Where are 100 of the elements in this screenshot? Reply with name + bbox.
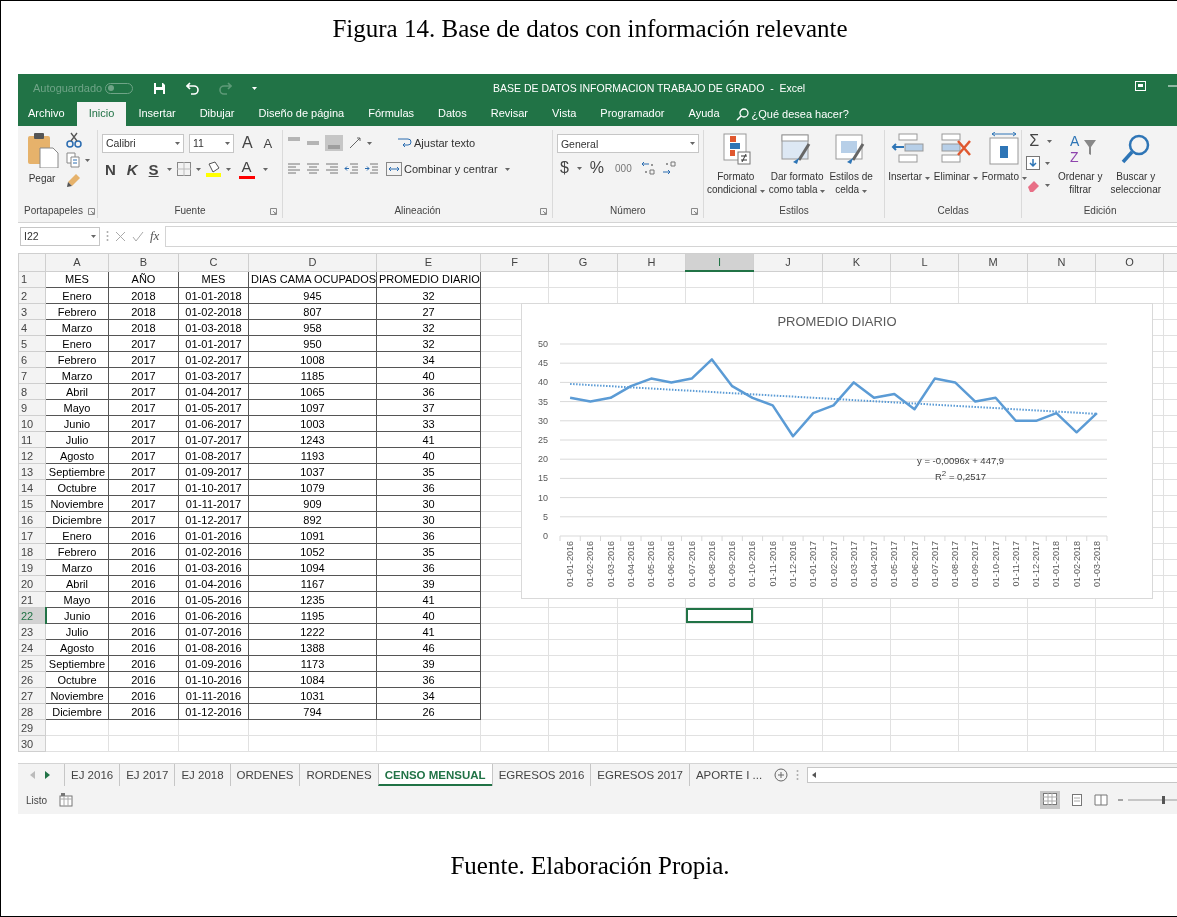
fill-color-icon[interactable]: [205, 161, 221, 177]
column-header[interactable]: E: [376, 253, 481, 271]
column-header[interactable]: J: [753, 253, 823, 271]
thousands-button[interactable]: 000: [612, 162, 635, 174]
dialog-launcher-icon[interactable]: [539, 208, 547, 215]
page-layout-icon[interactable]: [1070, 794, 1084, 806]
ribbon-button[interactable]: Buscar y seleccionar: [1108, 130, 1164, 202]
page-break-icon[interactable]: [1094, 794, 1108, 806]
column-header[interactable]: B: [108, 253, 179, 271]
caret-icon[interactable]: [1045, 161, 1051, 165]
column-header[interactable]: C: [178, 253, 249, 271]
caret-icon[interactable]: [1045, 183, 1051, 187]
ribbon-tab[interactable]: Programador: [588, 102, 677, 126]
font-color-button[interactable]: A: [235, 159, 258, 179]
ribbon-tab[interactable]: Insertar: [126, 102, 188, 126]
number-format-field[interactable]: General: [556, 134, 699, 153]
ribbon-tab[interactable]: Vista: [540, 102, 589, 126]
customize-caret-icon[interactable]: [252, 86, 258, 90]
zoom-slider-icon[interactable]: [1118, 796, 1177, 804]
search-icon[interactable]: [735, 107, 749, 121]
name-box[interactable]: I22: [20, 226, 100, 246]
column-header[interactable]: I: [685, 253, 754, 271]
ribbon-button[interactable]: Formato condicional: [704, 130, 767, 202]
dialog-launcher-icon[interactable]: [87, 208, 95, 215]
caret-icon[interactable]: [225, 167, 231, 171]
currency-button[interactable]: $: [556, 159, 572, 177]
column-header[interactable]: L: [890, 253, 959, 271]
caret-icon[interactable]: [195, 167, 201, 171]
dialog-launcher-icon[interactable]: [270, 208, 278, 215]
selected-cell[interactable]: [685, 607, 754, 624]
normal-view-icon[interactable]: [1043, 793, 1057, 805]
font-name-field[interactable]: Calibri: [101, 133, 184, 153]
caret-icon[interactable]: [91, 234, 96, 238]
column-header[interactable]: N: [1027, 253, 1096, 271]
horizontal-scrollbar[interactable]: [807, 767, 1177, 783]
ribbon-button[interactable]: Estilos de celda: [827, 130, 875, 202]
macro-record-icon[interactable]: [59, 793, 74, 807]
fill-down-icon[interactable]: [1026, 156, 1041, 170]
bold-button[interactable]: N: [101, 160, 119, 178]
percent-button[interactable]: %: [586, 159, 608, 177]
dialog-launcher-icon[interactable]: [690, 208, 698, 215]
restore-icon[interactable]: [1135, 81, 1146, 91]
decrease-decimal-icon[interactable]: [660, 160, 677, 176]
column-header[interactable]: D: [248, 253, 377, 271]
ribbon-button[interactable]: Insertar: [886, 130, 932, 202]
eraser-icon[interactable]: [1026, 178, 1041, 192]
borders-icon[interactable]: [176, 162, 191, 176]
italic-button[interactable]: K: [123, 160, 141, 178]
sheet-tab[interactable]: CENSO MENSUAL: [377, 764, 492, 786]
caret-icon[interactable]: [262, 167, 268, 171]
category-label: 01-08-2016: [706, 541, 717, 588]
ribbon-button[interactable]: Dar formato como tabla: [766, 130, 828, 202]
ribbon-tab[interactable]: Ayuda: [676, 102, 732, 126]
search-prompt[interactable]: ¿Qué desea hacer?: [751, 108, 849, 120]
ribbon-tab[interactable]: Inicio: [76, 102, 127, 126]
caret-icon[interactable]: [174, 141, 180, 145]
column-header[interactable]: A: [45, 253, 109, 271]
caret-icon[interactable]: [1047, 139, 1052, 143]
formula-input[interactable]: [165, 225, 1177, 247]
scroll-right-icon[interactable]: [45, 771, 50, 779]
ribbon-tab[interactable]: Datos: [426, 102, 479, 126]
caret-icon[interactable]: [166, 167, 172, 171]
merge-center-button[interactable]: Combinar y centrar: [384, 161, 500, 177]
insert-function-button[interactable]: fx: [150, 228, 160, 244]
ribbon-button[interactable]: A Z Ordenar y filtrar: [1056, 130, 1105, 202]
caret-icon[interactable]: [367, 141, 373, 145]
font-size-field[interactable]: 11: [188, 133, 234, 153]
autosum-button[interactable]: Σ: [1026, 132, 1042, 150]
add-sheet-icon[interactable]: [774, 768, 789, 782]
ribbon-button[interactable]: Eliminar: [931, 130, 980, 202]
column-header[interactable]: K: [822, 253, 891, 271]
column-header[interactable]: H: [617, 253, 686, 271]
increase-decimal-icon[interactable]: [639, 160, 656, 176]
orientation-icon[interactable]: [348, 136, 363, 150]
caret-icon[interactable]: [224, 141, 230, 145]
ribbon-tab[interactable]: Dibujar: [187, 102, 247, 126]
save-icon[interactable]: [153, 81, 167, 95]
shrink-font-button[interactable]: A: [260, 135, 276, 151]
column-header[interactable]: F: [480, 253, 549, 271]
undo-icon[interactable]: [186, 81, 200, 95]
wrap-text-button[interactable]: Ajustar texto: [395, 135, 478, 151]
grow-font-button[interactable]: A: [238, 134, 256, 152]
caret-icon[interactable]: [85, 158, 90, 162]
column-header[interactable]: G: [548, 253, 618, 271]
ribbon-tab[interactable]: Fórmulas: [356, 102, 426, 126]
caret-icon[interactable]: [504, 167, 510, 171]
ribbon-button[interactable]: Formato: [979, 130, 1029, 202]
ribbon-tab[interactable]: Archivo: [18, 102, 77, 126]
paste-button[interactable]: Pegar: [22, 130, 62, 202]
column-header[interactable]: M: [958, 253, 1028, 271]
ribbon-tab[interactable]: Revisar: [478, 102, 541, 126]
caret-icon[interactable]: [689, 142, 695, 145]
table-cell: 30: [376, 511, 481, 528]
ribbon-tab[interactable]: Diseño de página: [246, 102, 357, 126]
underline-button[interactable]: S: [145, 160, 162, 178]
scroll-left-icon[interactable]: [812, 772, 817, 778]
format-painter-icon[interactable]: [66, 172, 82, 188]
caret-icon[interactable]: [576, 166, 582, 170]
column-header[interactable]: O: [1095, 253, 1164, 271]
scissors-icon[interactable]: [66, 132, 82, 148]
